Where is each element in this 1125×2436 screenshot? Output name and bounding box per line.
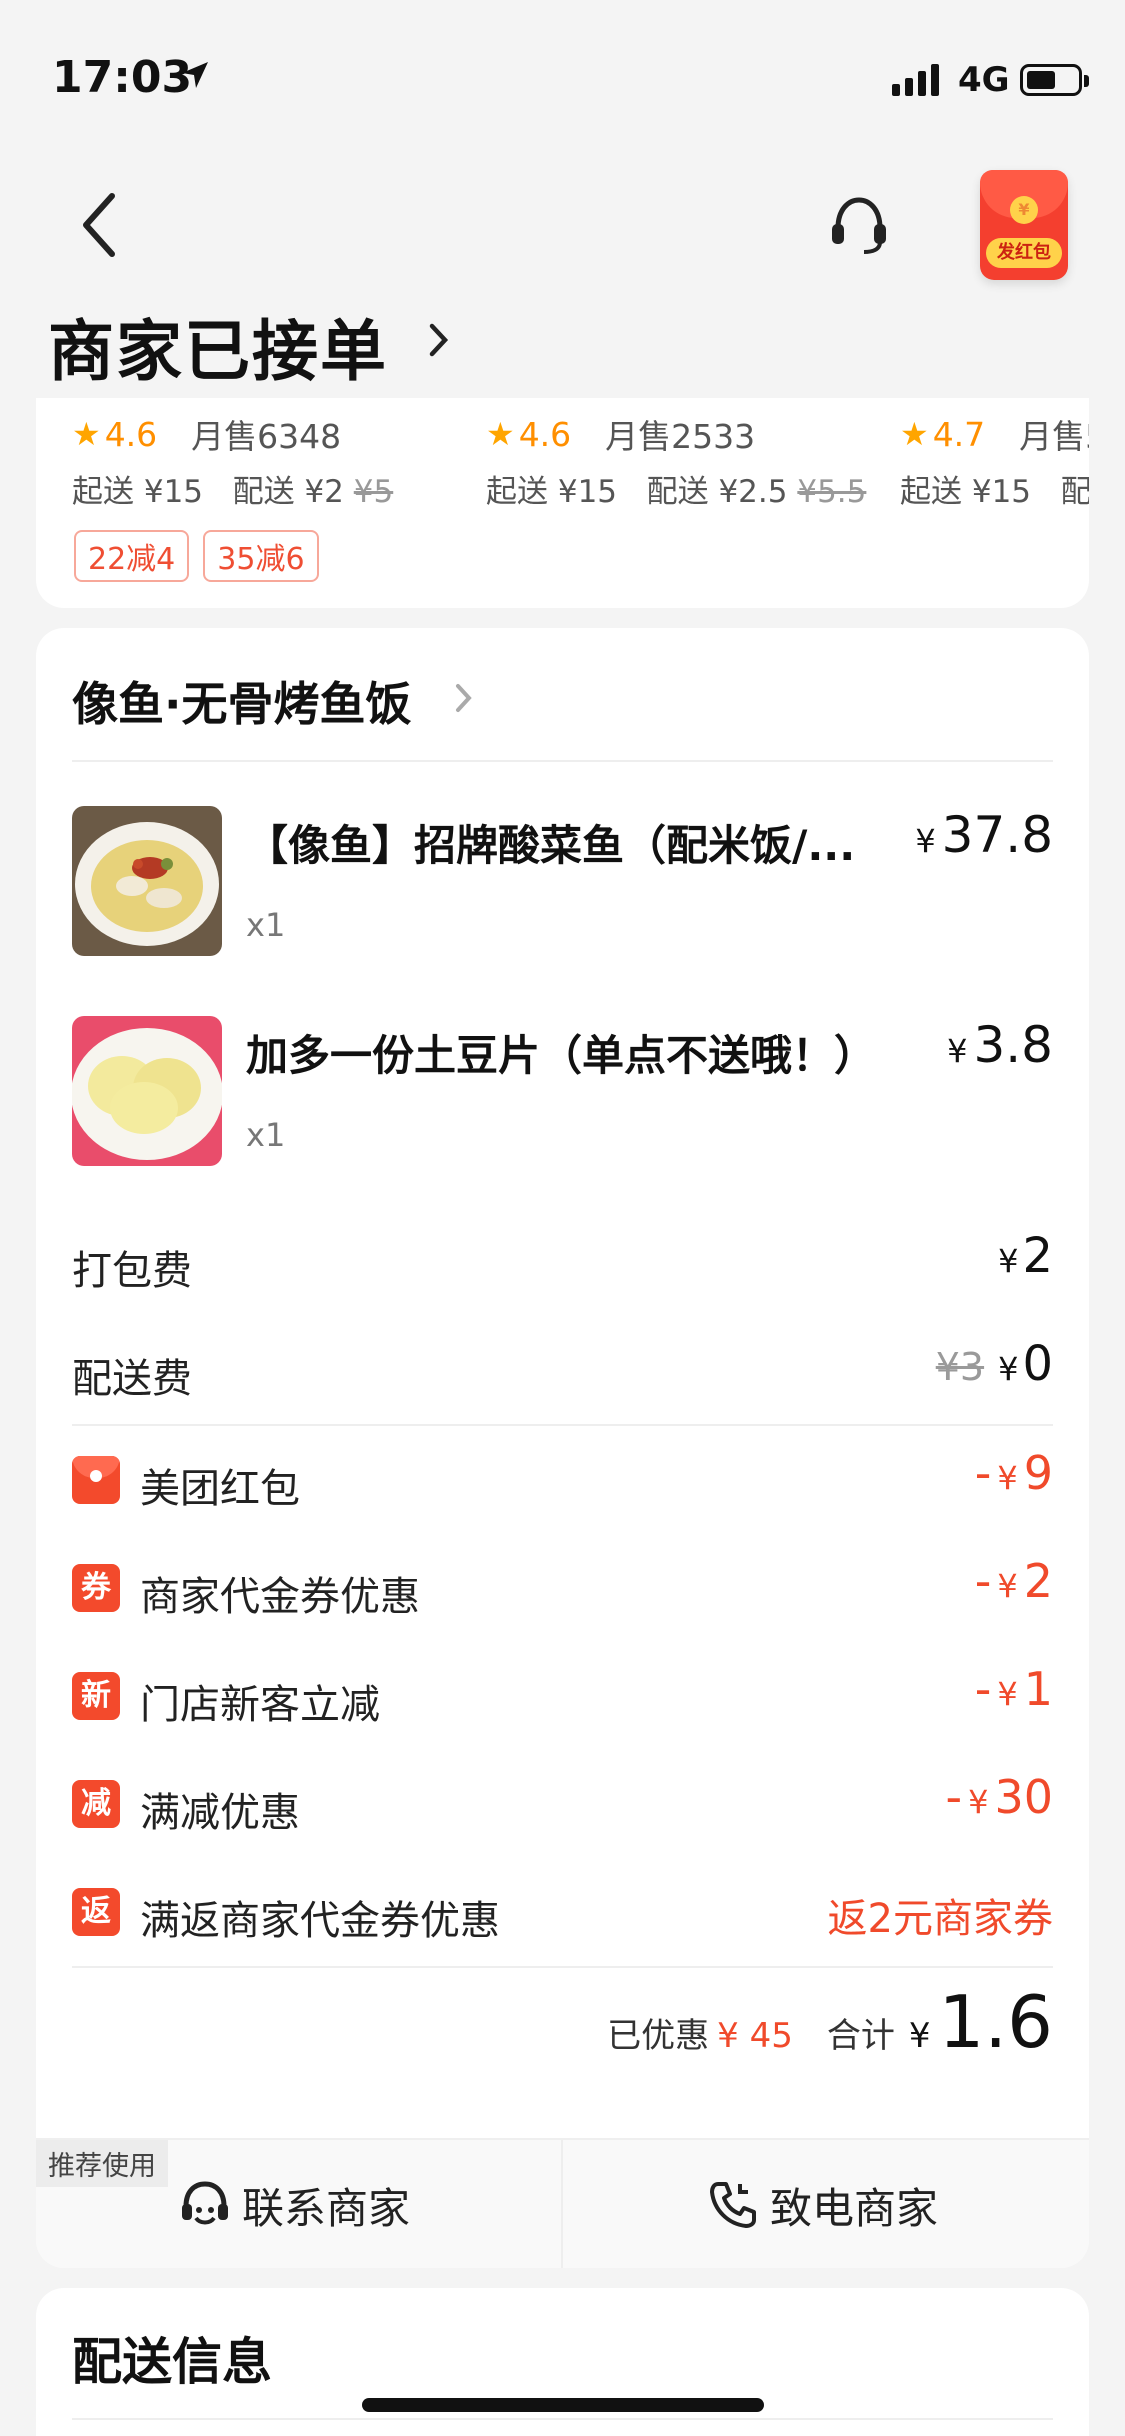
status-bar: 17:03 4G	[0, 0, 1125, 160]
customer-service-icon[interactable]	[826, 192, 892, 258]
item-price: ¥37.8	[915, 806, 1053, 864]
item-qty: x1	[246, 1116, 286, 1154]
section-title: 配送信息	[72, 2333, 272, 2391]
contact-merchant-button[interactable]: 联系商家	[178, 2170, 410, 2240]
cashback-icon: 返	[72, 1888, 120, 1936]
back-arrow-icon[interactable]	[70, 190, 130, 260]
send-red-packet-button[interactable]: ¥ 发红包	[980, 170, 1068, 280]
shop-card-2[interactable]: ★ 4.6 月售2533 起送 ¥15 配送 ¥2.5 ¥5.5	[450, 398, 870, 608]
discount-row: 券 商家代金券优惠 - ¥2	[72, 1552, 1053, 1622]
star-icon: ★	[486, 415, 515, 453]
coin-icon: ¥	[1010, 196, 1038, 224]
reduction-icon: 减	[72, 1780, 120, 1828]
phone-icon	[710, 2182, 756, 2228]
order-item[interactable]: 【像鱼】招牌酸菜鱼（配米饭/... x1 ¥37.8	[72, 806, 1053, 956]
delivery-fee-row: 配送费 ¥3 ¥0	[72, 1336, 1053, 1402]
divider	[72, 1424, 1053, 1426]
action-bar: 推荐使用 联系商家 致电商家	[36, 2138, 1089, 2268]
divider	[72, 1966, 1053, 1968]
dish-image	[72, 1016, 222, 1166]
new-customer-icon: 新	[72, 1672, 120, 1720]
status-time: 17:03	[52, 52, 193, 103]
network-type: 4G	[958, 60, 1010, 100]
coupon-icon: 券	[72, 1564, 120, 1612]
chevron-right-icon	[429, 323, 449, 357]
discount-row: 减 满减优惠 - ¥30	[72, 1768, 1053, 1838]
discount-row: 美团红包 - ¥9	[72, 1444, 1053, 1514]
location-arrow-icon	[182, 62, 208, 88]
order-total: 已优惠 ¥ 45 合计 ¥ 1.6	[607, 1980, 1053, 2064]
dish-image	[72, 806, 222, 956]
red-packet-icon	[72, 1456, 120, 1504]
divider	[72, 760, 1053, 762]
star-icon: ★	[72, 415, 101, 453]
page-title[interactable]: 商家已接单	[48, 298, 388, 394]
call-merchant-button[interactable]: 致电商家	[706, 2170, 938, 2240]
shop-name[interactable]: 像鱼·无骨烤鱼饭	[72, 668, 411, 734]
item-qty: x1	[246, 906, 286, 944]
discount-row: 返 满返商家代金券优惠 返2元商家券	[72, 1876, 1053, 1946]
shop-card-1[interactable]: ★ 4.6 月售6348 起送 ¥15 配送 ¥2 ¥5 22减4 35减6	[36, 398, 456, 608]
home-indicator[interactable]	[362, 2398, 764, 2412]
packing-fee-row: 打包费 ¥2	[72, 1228, 1053, 1294]
recommended-shops-card: ★ 4.6 月售6348 起送 ¥15 配送 ¥2 ¥5 22减4 35减6 ★ 4.…	[36, 398, 1089, 608]
promo-tag: 22减4	[74, 530, 190, 582]
shop-card-3[interactable]: ★4.7月售5 起送 ¥15 配	[864, 398, 1089, 608]
order-item[interactable]: 加多一份土豆片（单点不送哦！） x1 ¥3.8	[72, 1016, 1053, 1166]
item-name: 加多一份土豆片（单点不送哦！）	[246, 1031, 877, 1080]
signal-icon	[892, 64, 939, 96]
battery-icon	[1020, 64, 1089, 96]
chevron-right-icon	[456, 684, 472, 712]
star-icon: ★	[900, 415, 929, 453]
order-card: 像鱼·无骨烤鱼饭 【像鱼】招牌酸菜鱼（配米饭/... x1 ¥37.8 加多一份…	[36, 628, 1089, 2268]
item-name: 【像鱼】招牌酸菜鱼（配米饭/...	[246, 821, 856, 870]
chat-support-icon	[182, 2181, 228, 2225]
delivery-info-card: 配送信息	[36, 2288, 1089, 2436]
promo-tag: 35减6	[203, 530, 319, 582]
item-price: ¥3.8	[947, 1016, 1053, 1074]
discount-row: 新 门店新客立减 - ¥1	[72, 1660, 1053, 1730]
recommend-tag: 推荐使用	[36, 2140, 168, 2187]
